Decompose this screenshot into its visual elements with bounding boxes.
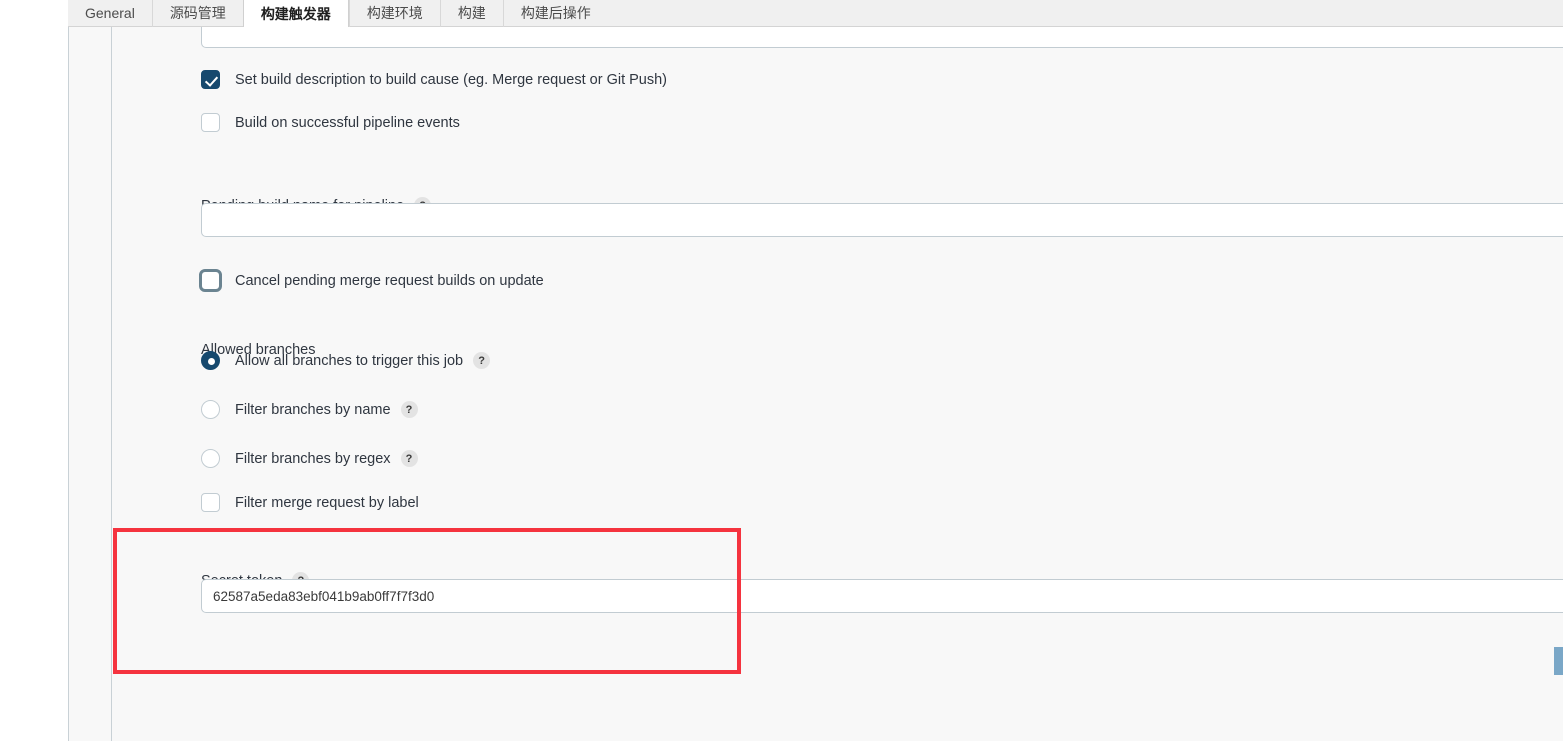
tab-build-triggers[interactable]: 构建触发器 — [242, 0, 349, 28]
filter-merge-request-by-label-row[interactable]: Filter merge request by label — [201, 493, 419, 512]
filter-branches-by-name-label: Filter branches by name — [235, 401, 391, 418]
help-icon[interactable]: ? — [473, 352, 491, 369]
cancel-pending-row[interactable]: Cancel pending merge request builds on u… — [199, 269, 544, 292]
tab-build[interactable]: 构建 — [439, 0, 503, 27]
build-on-pipeline-row[interactable]: Build on successful pipeline events — [201, 113, 460, 132]
tab-label: 构建触发器 — [260, 5, 331, 22]
tab-label: 构建 — [457, 5, 486, 21]
cancel-pending-label: Cancel pending merge request builds on u… — [235, 272, 544, 289]
tab-label: General — [85, 5, 135, 21]
config-tab-bar: General 源码管理 构建触发器 构建环境 构建 构建后操作 — [68, 0, 1563, 28]
tab-label: 构建后操作 — [520, 5, 591, 21]
filter-branches-by-name-radio[interactable] — [201, 400, 220, 419]
previous-field-input[interactable] — [201, 27, 1563, 48]
cancel-pending-checkbox[interactable] — [199, 269, 222, 292]
tab-general[interactable]: General — [68, 0, 152, 27]
radio-allow-all-branches-row[interactable]: Allow all branches to trigger this job ? — [201, 351, 491, 370]
pending-build-name-input[interactable] — [201, 203, 1563, 237]
filter-branches-by-regex-label: Filter branches by regex — [235, 450, 391, 467]
set-build-description-checkbox[interactable] — [201, 70, 220, 89]
set-build-description-label: Set build description to build cause (eg… — [235, 71, 668, 88]
build-on-pipeline-checkbox[interactable] — [201, 113, 220, 132]
help-icon[interactable]: ? — [400, 401, 418, 418]
vertical-scrollbar-thumb[interactable] — [1554, 647, 1563, 675]
form-left-divider — [111, 27, 112, 741]
filter-merge-request-by-label-label: Filter merge request by label — [235, 494, 419, 511]
left-gutter — [0, 27, 68, 741]
allow-all-branches-radio[interactable] — [201, 351, 220, 370]
tab-label: 构建环境 — [366, 5, 423, 21]
tab-build-environment[interactable]: 构建环境 — [348, 0, 440, 27]
build-on-pipeline-label: Build on successful pipeline events — [235, 114, 460, 131]
set-build-description-row[interactable]: Set build description to build cause (eg… — [201, 70, 667, 89]
config-panel: Set build description to build cause (eg… — [68, 27, 1563, 741]
tab-label: 源码管理 — [169, 5, 226, 21]
radio-filter-branches-by-name-row[interactable]: Filter branches by name ? — [201, 400, 418, 419]
tab-post-build-actions[interactable]: 构建后操作 — [502, 0, 608, 27]
trigger-form: Set build description to build cause (eg… — [199, 27, 1563, 741]
tab-source-code-management[interactable]: 源码管理 — [151, 0, 243, 27]
filter-branches-by-regex-radio[interactable] — [201, 449, 220, 468]
help-icon[interactable]: ? — [400, 450, 418, 467]
app-root: General 源码管理 构建触发器 构建环境 构建 构建后操作 Set bui… — [0, 0, 1563, 741]
allow-all-branches-label: Allow all branches to trigger this job — [235, 352, 464, 369]
filter-merge-request-by-label-checkbox[interactable] — [201, 493, 220, 512]
radio-filter-branches-by-regex-row[interactable]: Filter branches by regex ? — [201, 449, 418, 468]
secret-token-input[interactable] — [201, 579, 1563, 613]
